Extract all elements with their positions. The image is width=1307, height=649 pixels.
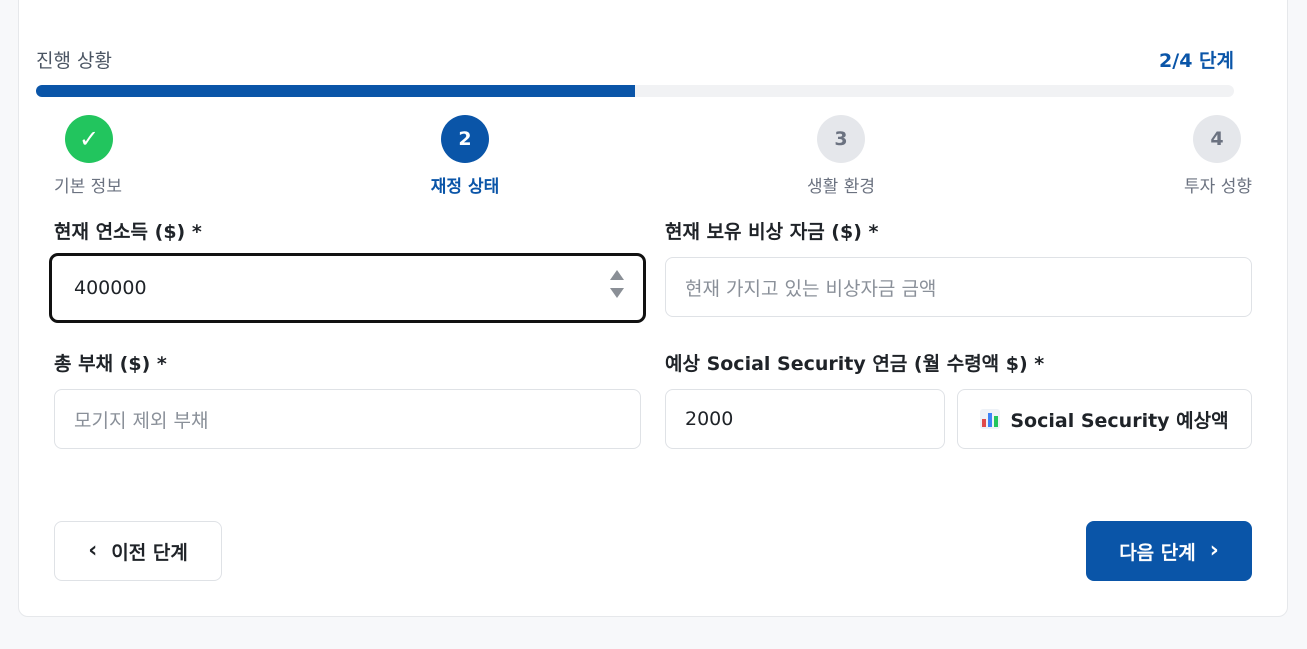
total-debt-label: 총 부채 ($) * bbox=[54, 353, 167, 375]
progress-header: 진행 상황 2/4 단계 bbox=[36, 46, 1234, 72]
social-security-input[interactable]: 2000 bbox=[665, 389, 945, 449]
step-label: 투자 성향 bbox=[1184, 177, 1252, 197]
emergency-fund-label: 현재 보유 비상 자금 ($) * bbox=[665, 221, 879, 243]
step-financial-status: 2 재정 상태 bbox=[405, 115, 525, 197]
step-label: 기본 정보 bbox=[54, 177, 122, 197]
number-spinner[interactable] bbox=[609, 270, 625, 298]
step-living-environment: 3 생활 환경 bbox=[781, 115, 901, 197]
annual-income-label: 현재 연소득 ($) * bbox=[54, 221, 202, 243]
social-security-label: 예상 Social Security 연금 (월 수령액 $) * bbox=[665, 353, 1045, 375]
emergency-fund-placeholder: 현재 가지고 있는 비상자금 금액 bbox=[685, 277, 937, 300]
check-icon: ✓ bbox=[65, 115, 113, 163]
step-number: 3 bbox=[817, 115, 865, 163]
chevron-left-icon: ‹ bbox=[88, 538, 98, 563]
chevron-right-icon: › bbox=[1209, 538, 1219, 563]
step-number: 2 bbox=[441, 115, 489, 163]
total-debt-input[interactable]: 모기지 제외 부채 bbox=[54, 389, 641, 449]
next-step-button[interactable]: 다음 단계 › bbox=[1086, 521, 1252, 581]
next-step-label: 다음 단계 bbox=[1119, 541, 1196, 564]
progress-step-count: 2/4 단계 bbox=[1159, 50, 1234, 72]
progress-title: 진행 상황 bbox=[36, 50, 112, 72]
step-number: 4 bbox=[1193, 115, 1241, 163]
annual-income-value: 400000 bbox=[74, 277, 147, 299]
increment-arrow-icon[interactable] bbox=[610, 270, 624, 280]
progress-bar bbox=[36, 85, 1234, 97]
social-security-estimate-label: Social Security 예상액 bbox=[1010, 409, 1229, 432]
decrement-arrow-icon[interactable] bbox=[610, 288, 624, 298]
step-basic-info: ✓ 기본 정보 bbox=[54, 115, 174, 197]
annual-income-input[interactable]: 400000 bbox=[49, 253, 646, 323]
previous-step-button[interactable]: ‹ 이전 단계 bbox=[54, 521, 222, 581]
step-label: 재정 상태 bbox=[430, 177, 500, 197]
bar-chart-icon bbox=[980, 409, 1001, 429]
social-security-value: 2000 bbox=[685, 408, 734, 430]
total-debt-placeholder: 모기지 제외 부채 bbox=[74, 409, 209, 432]
emergency-fund-input[interactable]: 현재 가지고 있는 비상자금 금액 bbox=[665, 257, 1252, 317]
step-investment-profile: 4 투자 성향 bbox=[1132, 115, 1252, 197]
social-security-estimate-button[interactable]: Social Security 예상액 bbox=[957, 389, 1252, 449]
progress-bar-fill bbox=[36, 85, 635, 97]
previous-step-label: 이전 단계 bbox=[111, 541, 188, 564]
step-label: 생활 환경 bbox=[807, 177, 875, 197]
